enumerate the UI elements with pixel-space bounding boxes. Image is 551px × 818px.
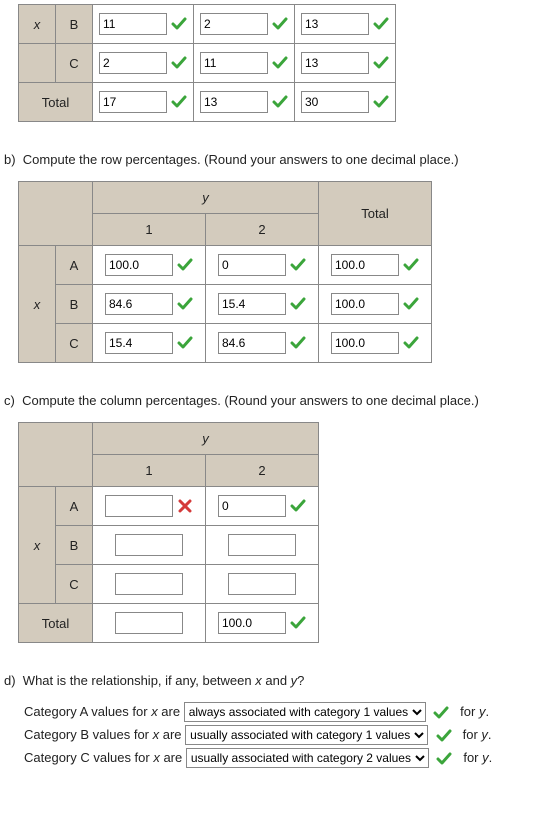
check-icon	[436, 728, 452, 744]
partC-prompt: c) Compute the column percentages. (Roun…	[4, 393, 551, 408]
check-icon	[373, 94, 389, 110]
col2-header: 2	[206, 214, 319, 246]
rowC-label: C	[56, 565, 93, 604]
input-bB1[interactable]	[105, 293, 173, 315]
input-cA1[interactable]	[105, 495, 173, 517]
input-B1[interactable]	[99, 13, 167, 35]
col2-header: 2	[206, 455, 319, 487]
input-cT2[interactable]	[218, 612, 286, 634]
input-B3[interactable]	[301, 13, 369, 35]
rowB-label: B	[56, 285, 93, 324]
check-icon	[171, 16, 187, 32]
input-C2[interactable]	[200, 52, 268, 74]
check-icon	[290, 257, 306, 273]
rowC-label: C	[56, 324, 93, 363]
input-bA1[interactable]	[105, 254, 173, 276]
input-bBT[interactable]	[331, 293, 399, 315]
row-x-label: x	[19, 5, 56, 44]
check-icon	[290, 335, 306, 351]
input-cB1[interactable]	[115, 534, 183, 556]
input-bB2[interactable]	[218, 293, 286, 315]
partD-rowC: Category C values for x are usually asso…	[24, 748, 551, 768]
select-catA[interactable]: always associated with category 1 values	[184, 702, 426, 722]
input-bCT[interactable]	[331, 332, 399, 354]
row-total-label: Total	[19, 604, 93, 643]
top-table: x B C Total	[18, 4, 396, 122]
partB-table: y Total 1 2 x A B C	[18, 181, 432, 363]
input-T2[interactable]	[200, 91, 268, 113]
input-cT1[interactable]	[115, 612, 183, 634]
x-header: x	[19, 487, 56, 604]
check-icon	[272, 94, 288, 110]
check-icon	[373, 55, 389, 71]
check-icon	[403, 257, 419, 273]
x-icon	[177, 498, 193, 514]
partD-rowB: Category B values for x are usually asso…	[24, 725, 551, 745]
partD-prompt: d) What is the relationship, if any, bet…	[4, 673, 551, 688]
input-cB2[interactable]	[228, 534, 296, 556]
rowA-label: A	[56, 487, 93, 526]
check-icon	[433, 705, 449, 721]
select-catC[interactable]: usually associated with category 2 value…	[186, 748, 429, 768]
col1-header: 1	[93, 455, 206, 487]
check-icon	[403, 296, 419, 312]
check-icon	[177, 296, 193, 312]
input-T3[interactable]	[301, 91, 369, 113]
total-header: Total	[319, 182, 432, 246]
input-cC2[interactable]	[228, 573, 296, 595]
input-bC1[interactable]	[105, 332, 173, 354]
x-header: x	[19, 246, 56, 363]
check-icon	[290, 498, 306, 514]
partD-rowA: Category A values for x are always assoc…	[24, 702, 551, 722]
check-icon	[272, 16, 288, 32]
partC-table: y 1 2 x A B C Total	[18, 422, 319, 643]
partB-prompt: b) Compute the row percentages. (Round y…	[4, 152, 551, 167]
input-C1[interactable]	[99, 52, 167, 74]
input-cC1[interactable]	[115, 573, 183, 595]
row-B-label: B	[56, 5, 93, 44]
y-header: y	[93, 423, 319, 455]
input-cA2[interactable]	[218, 495, 286, 517]
input-C3[interactable]	[301, 52, 369, 74]
check-icon	[436, 751, 452, 767]
check-icon	[177, 335, 193, 351]
input-T1[interactable]	[99, 91, 167, 113]
rowB-label: B	[56, 526, 93, 565]
check-icon	[403, 335, 419, 351]
check-icon	[290, 615, 306, 631]
input-bA2[interactable]	[218, 254, 286, 276]
check-icon	[171, 94, 187, 110]
col1-header: 1	[93, 214, 206, 246]
input-B2[interactable]	[200, 13, 268, 35]
row-C-label: C	[56, 44, 93, 83]
check-icon	[177, 257, 193, 273]
input-bC2[interactable]	[218, 332, 286, 354]
input-bAT[interactable]	[331, 254, 399, 276]
row-total-label: Total	[19, 83, 93, 122]
check-icon	[272, 55, 288, 71]
y-header: y	[93, 182, 319, 214]
rowA-label: A	[56, 246, 93, 285]
select-catB[interactable]: usually associated with category 1 value…	[185, 725, 428, 745]
check-icon	[171, 55, 187, 71]
check-icon	[290, 296, 306, 312]
check-icon	[373, 16, 389, 32]
